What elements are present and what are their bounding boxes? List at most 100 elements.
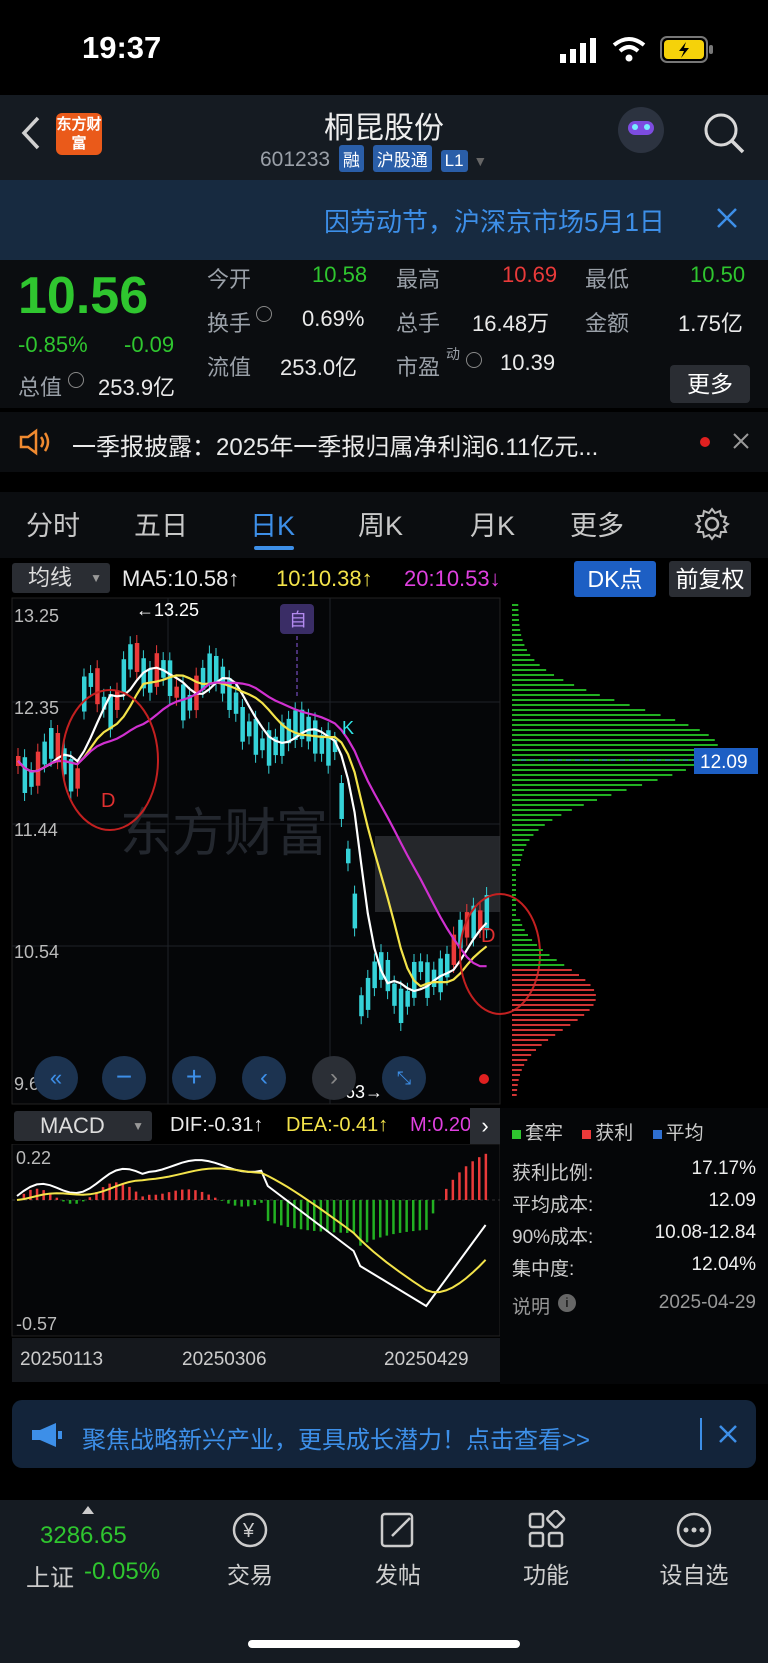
macd-bar — [101, 1187, 105, 1200]
candle-body — [260, 738, 265, 751]
candle-body — [128, 644, 133, 670]
chip-legend: 套牢 获利 平均 — [512, 1118, 704, 1145]
chip-bar — [512, 1029, 563, 1031]
macd-bar — [62, 1200, 65, 1202]
dk-point-button[interactable]: DK点 — [574, 561, 656, 597]
macd-header: MACD ▼ DIF:-0.31↑ DEA:-0.41↑ M:0.20 › — [0, 1108, 500, 1144]
concentration-label: 集中度: — [512, 1259, 575, 1280]
tab-five-day[interactable]: 五日 — [134, 504, 188, 543]
chip-bar — [512, 1004, 594, 1006]
tab-more[interactable]: 更多 — [570, 504, 624, 543]
legend-trapped: 套牢 — [525, 1123, 564, 1144]
macd-bar — [55, 1197, 59, 1200]
settings-gear-icon[interactable] — [694, 506, 730, 542]
macd-bar — [207, 1194, 210, 1200]
notice-close-icon[interactable] — [732, 432, 750, 450]
search-icon[interactable] — [702, 111, 746, 155]
chip-bar — [512, 719, 676, 721]
kline-chart[interactable]: 东方财富 D D K 自 13.25 12.35 11.44 10.54 9.6… — [0, 596, 768, 1106]
chip-bar — [512, 1014, 585, 1016]
info-icon[interactable]: i — [558, 1294, 576, 1312]
pe-label: 市盈 — [396, 355, 441, 380]
nav-functions[interactable]: 功能 — [496, 1509, 596, 1590]
float-label: 流值 — [207, 355, 252, 380]
jump-start-button[interactable]: « — [34, 1056, 78, 1100]
cost90-value: 10.08-12.84 — [654, 1222, 756, 1243]
trade-icon: ¥ — [232, 1512, 268, 1548]
earnings-notice[interactable]: 一季报披露：2025年一季报归属净利润6.11亿元... — [0, 412, 768, 472]
macd-next-arrow-icon[interactable]: › — [470, 1108, 500, 1144]
chip-bar — [512, 714, 661, 716]
tab-weekly-k[interactable]: 周K — [358, 504, 403, 543]
indicator-selector[interactable]: MACD ▼ — [14, 1111, 152, 1141]
macd-bar — [293, 1200, 296, 1229]
macd-chart[interactable]: 0.22 -0.57 20250113 20250306 20250429 — [0, 1144, 500, 1384]
status-bar: 19:37 — [0, 0, 768, 95]
date-2: 20250429 — [384, 1349, 469, 1370]
macd-bar — [35, 1188, 39, 1200]
candle-body — [247, 721, 252, 737]
macd-bar — [418, 1200, 422, 1231]
tag-connect: 沪股通 — [372, 145, 432, 172]
tab-monthly-k[interactable]: 月K — [470, 504, 515, 543]
ma-selector[interactable]: 均线 ▼ — [12, 563, 110, 593]
expand-icon[interactable]: ⤡ — [382, 1056, 426, 1100]
pan-left-button[interactable]: ‹ — [242, 1056, 286, 1100]
change-pct: -0.85% — [18, 332, 88, 357]
chip-bar — [512, 879, 516, 881]
candle-body — [233, 692, 239, 714]
speaker-icon — [19, 428, 50, 456]
candle-body — [240, 706, 245, 742]
macd-bar — [174, 1190, 177, 1200]
tab-intraday[interactable]: 分时 — [26, 504, 80, 543]
index-name[interactable]: 上证 — [26, 1558, 74, 1593]
macd-bar — [88, 1197, 92, 1200]
chip-bar — [512, 994, 596, 996]
tag-level: L1 — [440, 150, 468, 172]
volume-label: 总手 — [396, 311, 441, 336]
more-quote-button[interactable]: 更多 — [670, 365, 750, 403]
chip-bar — [512, 629, 521, 631]
nav-watchlist[interactable]: 设自选 — [644, 1510, 744, 1590]
chip-bar — [512, 764, 698, 766]
chip-bar — [512, 799, 598, 801]
svg-text:¥: ¥ — [242, 1520, 255, 1542]
holiday-banner[interactable]: 因劳动节，沪深京市场5月1日 — [0, 180, 768, 260]
chip-distribution — [512, 604, 718, 1096]
chip-bar — [512, 909, 516, 911]
promo-banner[interactable]: 聚焦战略新兴产业，更具成长潜力！点击查看>> — [12, 1400, 756, 1468]
note-label[interactable]: 说明 — [512, 1292, 550, 1319]
macd-bar — [299, 1200, 303, 1230]
candle-body — [174, 686, 179, 698]
chip-bar — [512, 819, 553, 821]
chip-bar — [512, 639, 523, 641]
chip-bar — [512, 769, 686, 771]
macd-bar — [332, 1200, 336, 1233]
macd-bar — [385, 1200, 389, 1236]
chip-bar — [512, 844, 527, 846]
zoom-out-button[interactable]: − — [102, 1056, 146, 1100]
zoom-in-button[interactable]: + — [172, 1056, 216, 1100]
nav-post[interactable]: 发帖 — [348, 1510, 448, 1590]
chip-bar — [512, 899, 516, 901]
stock-code-row: 601233 融 沪股通 L1 ▼ — [260, 145, 487, 172]
pe-sup: 动 — [446, 346, 460, 362]
adjust-button[interactable]: 前复权 — [669, 561, 751, 597]
promo-close-icon[interactable] — [718, 1424, 738, 1444]
index-value[interactable]: 3286.65 — [40, 1522, 127, 1550]
quote-panel: 10.56 -0.85% -0.09 总值 253.9亿 今开 10.58 最高… — [0, 260, 768, 408]
chip-bar — [512, 624, 520, 626]
ma10-value: 10:10.38↑ — [276, 566, 373, 591]
nav-trade[interactable]: ¥ 交易 — [200, 1510, 300, 1590]
macd-bar — [458, 1172, 461, 1200]
m-value: M:0.20 — [410, 1114, 472, 1136]
close-icon[interactable] — [716, 207, 738, 229]
index-change[interactable]: -0.05% — [84, 1558, 160, 1586]
robot-assistant-icon[interactable] — [618, 107, 664, 153]
high-label: 最高 — [396, 267, 441, 292]
macd-bar — [68, 1200, 72, 1204]
pan-right-button[interactable]: › — [312, 1056, 356, 1100]
tab-daily-k[interactable]: 日K — [250, 504, 295, 543]
chip-bar — [512, 1079, 519, 1081]
chip-bar — [512, 634, 522, 636]
